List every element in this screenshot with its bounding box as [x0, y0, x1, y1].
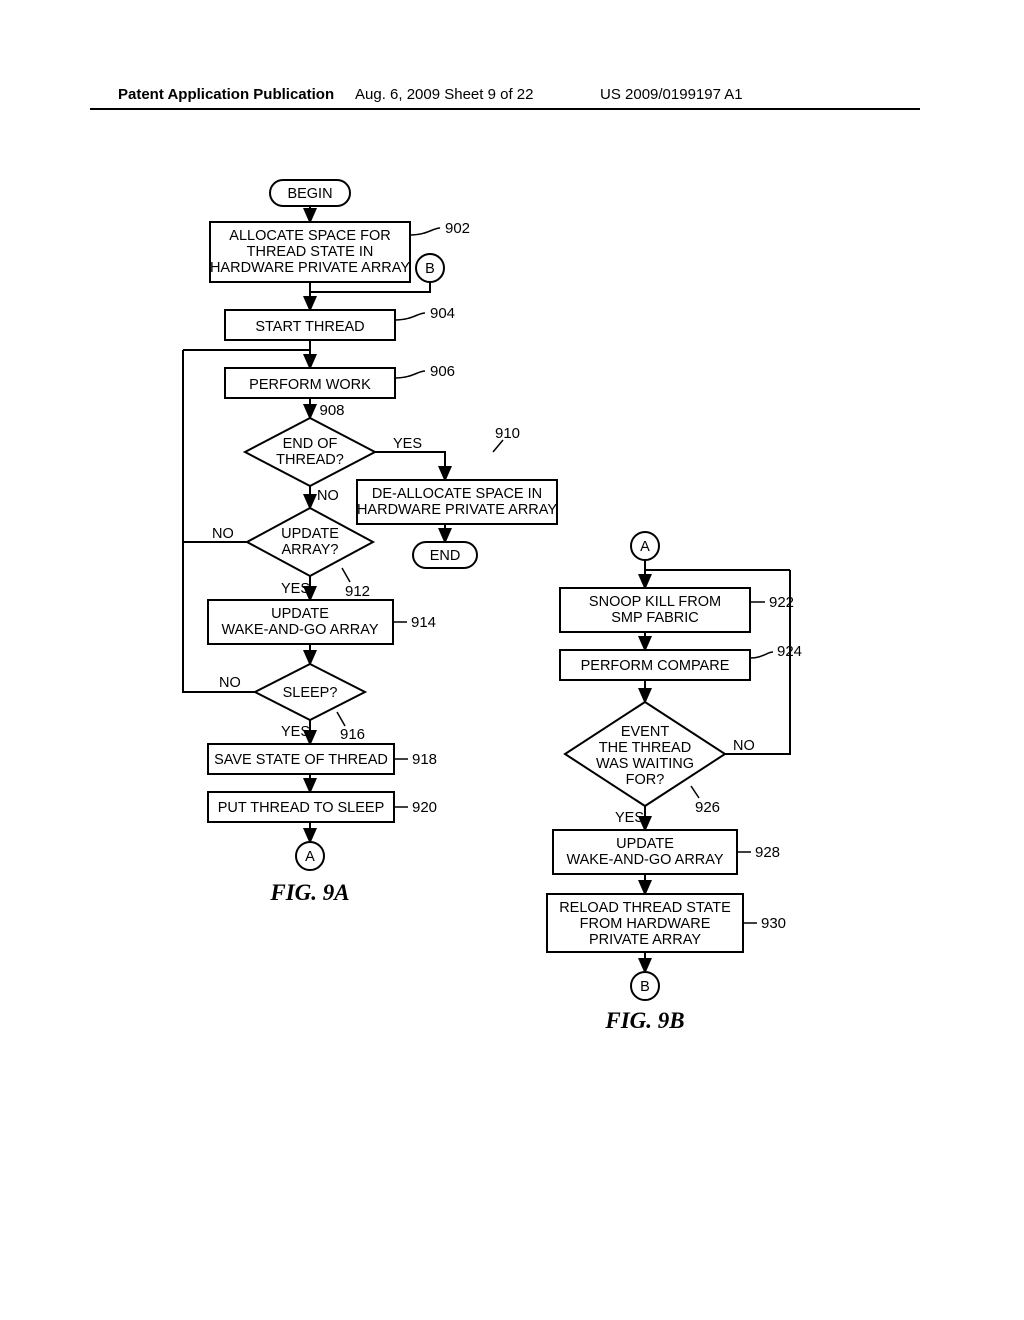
node-begin: BEGIN [270, 180, 350, 206]
label-926: 926 [695, 799, 720, 816]
svg-text:START THREAD: START THREAD [255, 319, 364, 335]
label-930: 930 [761, 915, 786, 932]
svg-text:PERFORM WORK: PERFORM WORK [249, 377, 371, 393]
svg-text:A: A [305, 849, 315, 865]
label-928: 928 [755, 844, 780, 861]
svg-text:B: B [425, 261, 435, 277]
svg-text:BEGIN: BEGIN [287, 186, 332, 202]
yes-912: YES [281, 581, 310, 597]
label-906: 906 [430, 363, 455, 380]
yes-916: YES [281, 724, 310, 740]
label-912: 912 [345, 583, 370, 600]
leader-924 [750, 652, 773, 658]
svg-text:SAVE STATE OF THREAD: SAVE STATE OF THREAD [214, 752, 388, 768]
no-912: NO [212, 526, 234, 542]
label-902: 902 [445, 220, 470, 237]
svg-text:THE THREAD: THE THREAD [599, 740, 691, 756]
svg-text:UPDATE: UPDATE [281, 526, 339, 542]
svg-text:SMP FABRIC: SMP FABRIC [611, 610, 699, 626]
leader-906 [395, 371, 425, 378]
node-926: EVENT THE THREAD WAS WAITING FOR? [565, 702, 725, 806]
svg-text:B: B [640, 979, 650, 995]
svg-text:END: END [430, 548, 461, 564]
leader-904 [395, 313, 425, 320]
svg-text:SNOOP KILL FROM: SNOOP KILL FROM [589, 594, 721, 610]
svg-text:UPDATE: UPDATE [271, 606, 329, 622]
svg-text:THREAD STATE IN: THREAD STATE IN [247, 244, 374, 260]
label-910: 910 [495, 425, 520, 442]
node-920: PUT THREAD TO SLEEP [208, 792, 394, 822]
svg-text:THREAD?: THREAD? [276, 452, 344, 468]
label-920: 920 [412, 799, 437, 816]
node-914: UPDATE WAKE-AND-GO ARRAY [208, 600, 393, 644]
label-904: 904 [430, 305, 455, 322]
yes-908: YES [393, 436, 422, 452]
leader-912 [342, 568, 350, 582]
svg-text:EVENT: EVENT [621, 724, 669, 740]
header-left: Patent Application Publication [118, 86, 334, 103]
flowchart-canvas: BEGIN ALLOCATE SPACE FOR THREAD STATE IN… [95, 150, 925, 1250]
svg-text:RELOAD THREAD STATE: RELOAD THREAD STATE [559, 900, 731, 916]
connector-b-out: B [631, 972, 659, 1000]
no-908: NO [317, 488, 339, 504]
svg-text:ARRAY?: ARRAY? [282, 542, 339, 558]
node-908: END OF THREAD? [245, 418, 375, 486]
svg-text:PRIVATE ARRAY: PRIVATE ARRAY [589, 932, 701, 948]
header-mid: Aug. 6, 2009 Sheet 9 of 22 [355, 86, 533, 103]
node-930: RELOAD THREAD STATE FROM HARDWARE PRIVAT… [547, 894, 743, 952]
page: Patent Application Publication Aug. 6, 2… [0, 0, 1024, 1320]
leader-916 [337, 712, 345, 726]
svg-text:WAKE-AND-GO ARRAY: WAKE-AND-GO ARRAY [566, 852, 723, 868]
label-908: 908 [319, 402, 344, 419]
leader-902 [410, 228, 440, 235]
fig9b-caption: FIG. 9B [604, 1008, 684, 1033]
svg-text:END OF: END OF [283, 436, 338, 452]
node-924: PERFORM COMPARE [560, 650, 750, 680]
node-904: START THREAD [225, 310, 395, 340]
svg-text:SLEEP?: SLEEP? [283, 685, 338, 701]
no-926: NO [733, 738, 755, 754]
header-rule [90, 108, 920, 110]
node-end: END [413, 542, 477, 568]
label-916: 916 [340, 726, 365, 743]
no-916: NO [219, 675, 241, 691]
svg-text:PERFORM COMPARE: PERFORM COMPARE [581, 658, 730, 674]
edge [375, 452, 445, 480]
svg-text:PUT THREAD TO SLEEP: PUT THREAD TO SLEEP [218, 800, 385, 816]
connector-b-in: B [416, 254, 444, 282]
svg-text:UPDATE: UPDATE [616, 836, 674, 852]
node-928: UPDATE WAKE-AND-GO ARRAY [553, 830, 737, 874]
svg-text:HARDWARE PRIVATE ARRAY: HARDWARE PRIVATE ARRAY [210, 260, 410, 276]
svg-text:WAKE-AND-GO ARRAY: WAKE-AND-GO ARRAY [221, 622, 378, 638]
leader-926 [691, 786, 699, 798]
node-902: ALLOCATE SPACE FOR THREAD STATE IN HARDW… [210, 222, 410, 282]
svg-text:FOR?: FOR? [626, 772, 665, 788]
node-922: SNOOP KILL FROM SMP FABRIC [560, 588, 750, 632]
svg-text:ALLOCATE SPACE FOR: ALLOCATE SPACE FOR [229, 228, 390, 244]
svg-text:A: A [640, 539, 650, 555]
svg-text:DE-ALLOCATE SPACE IN: DE-ALLOCATE SPACE IN [372, 486, 542, 502]
node-912: UPDATE ARRAY? [247, 508, 373, 576]
connector-a-in: A [631, 532, 659, 560]
header-right: US 2009/0199197 A1 [600, 86, 743, 103]
svg-text:HARDWARE PRIVATE ARRAY: HARDWARE PRIVATE ARRAY [357, 502, 557, 518]
svg-text:WAS WAITING: WAS WAITING [596, 756, 694, 772]
yes-926: YES [615, 810, 644, 826]
svg-text:FROM HARDWARE: FROM HARDWARE [580, 916, 711, 932]
edge [310, 282, 430, 292]
node-918: SAVE STATE OF THREAD [208, 744, 394, 774]
node-906: PERFORM WORK [225, 368, 395, 398]
node-910: DE-ALLOCATE SPACE IN HARDWARE PRIVATE AR… [357, 480, 557, 524]
fig9a-caption: FIG. 9A [269, 880, 349, 905]
label-914: 914 [411, 614, 436, 631]
label-918: 918 [412, 751, 437, 768]
node-916: SLEEP? [255, 664, 365, 720]
connector-a-out: A [296, 842, 324, 870]
